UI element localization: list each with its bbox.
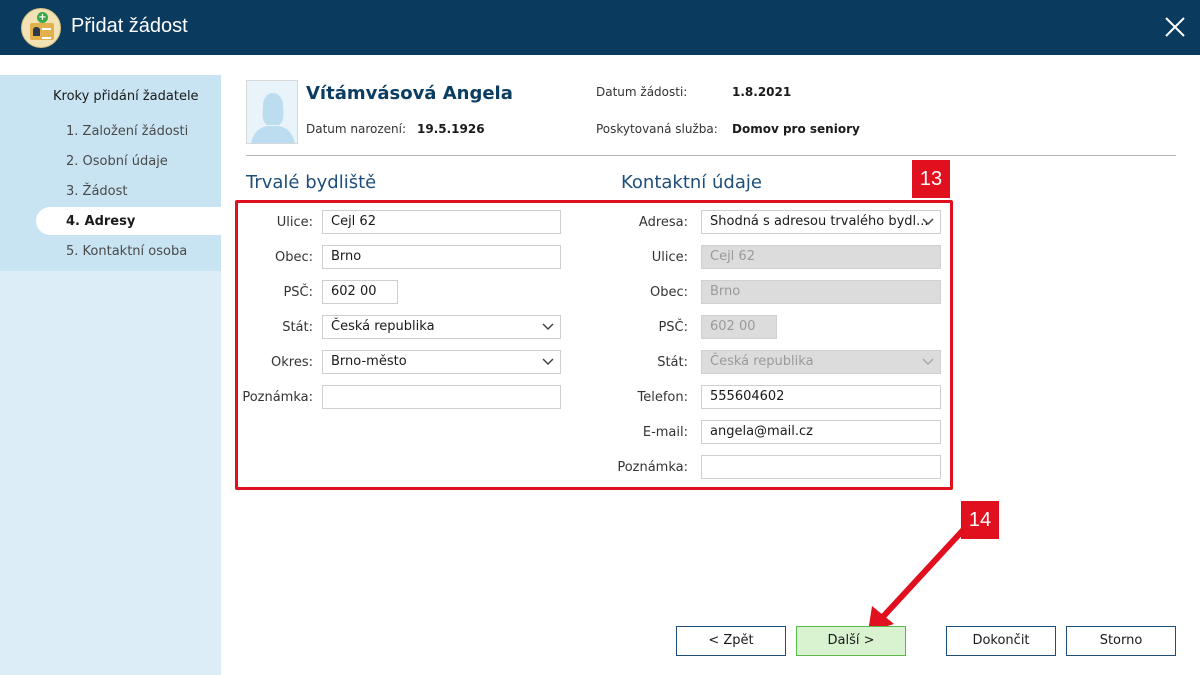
steps-sidebar xyxy=(0,75,221,271)
step-kontaktni-osoba[interactable]: 5. Kontaktní osoba xyxy=(66,244,187,259)
finish-button[interactable]: Dokončit xyxy=(946,626,1056,656)
step-badge-13: 13 xyxy=(912,160,950,198)
next-button[interactable]: Další > xyxy=(796,626,906,656)
service-label: Poskytovaná služba: xyxy=(596,122,718,136)
cancel-button[interactable]: Storno xyxy=(1066,626,1176,656)
steps-heading: Kroky přidání žadatele xyxy=(53,89,199,104)
applicant-name: Vítámvásová Angela xyxy=(306,83,513,104)
step-zalozeni-zadosti[interactable]: 1. Založení žádosti xyxy=(66,124,188,139)
service-value: Domov pro seniory xyxy=(732,122,860,136)
step-adresy[interactable]: 4. Adresy xyxy=(66,214,135,229)
header-divider xyxy=(246,155,1176,156)
birth-date-label: Datum narození: xyxy=(306,122,407,136)
window-title: Přidat žádost xyxy=(71,15,188,37)
back-button[interactable]: < Zpět xyxy=(676,626,786,656)
application-add-icon: + xyxy=(21,8,61,48)
close-icon[interactable] xyxy=(1160,12,1190,42)
sidebar-background xyxy=(0,271,221,675)
step-osobni-udaje[interactable]: 2. Osobní údaje xyxy=(66,154,168,169)
step-zadost[interactable]: 3. Žádost xyxy=(66,184,127,199)
birth-date-value: 19.5.1926 xyxy=(417,122,485,136)
contact-info-title: Kontaktní údaje xyxy=(621,172,762,193)
step-badge-14: 14 xyxy=(961,501,999,539)
request-date-value: 1.8.2021 xyxy=(732,85,792,99)
request-date-label: Datum žádosti: xyxy=(596,85,688,99)
person-silhouette-icon xyxy=(246,80,298,144)
title-bar: + Přidat žádost xyxy=(0,0,1200,55)
highlight-box xyxy=(235,200,953,490)
permanent-address-title: Trvalé bydliště xyxy=(246,172,377,193)
